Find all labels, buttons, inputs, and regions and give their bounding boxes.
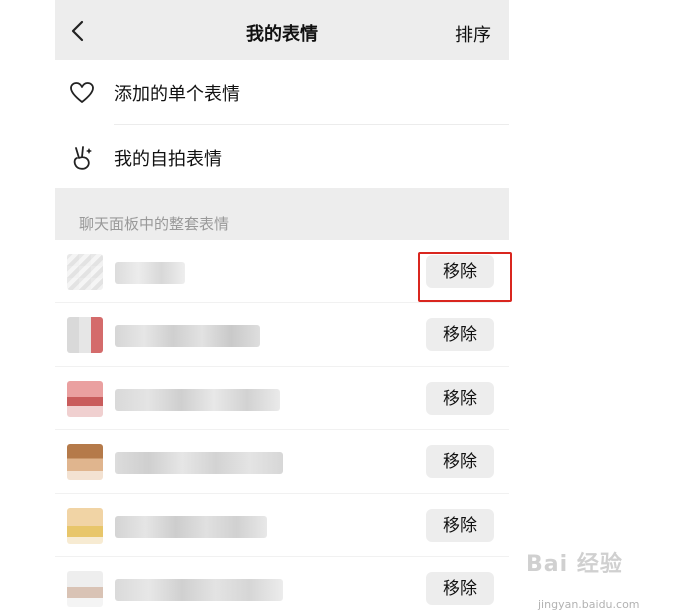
sticker-pack-name	[115, 262, 185, 284]
section-header: 聊天面板中的整套表情	[55, 188, 509, 240]
sticker-settings-screen: 我的表情 排序 添加的单个表情 我的自拍表情 聊天面板中的整套表情 移除 移除	[55, 0, 509, 616]
sticker-pack-name	[115, 325, 260, 348]
list-item: 移除	[55, 494, 509, 557]
menu-item-added-stickers[interactable]: 添加的单个表情	[55, 60, 509, 124]
victory-hand-icon	[73, 146, 92, 170]
sticker-pack-name	[115, 515, 267, 538]
section-title: 聊天面板中的整套表情	[79, 215, 230, 233]
list-item: 移除	[55, 367, 509, 431]
menu-item-label: 添加的单个表情	[114, 84, 240, 105]
heart-icon	[70, 82, 94, 103]
sticker-pack-thumbnail	[67, 254, 103, 290]
highlight-annotation	[418, 252, 512, 302]
sticker-pack-thumbnail	[67, 444, 103, 481]
sticker-pack-name	[115, 388, 280, 411]
remove-button[interactable]: 移除	[426, 571, 494, 605]
remove-button[interactable]: 移除	[426, 318, 494, 352]
list-item: 移除	[55, 303, 509, 367]
page-title: 我的表情	[246, 24, 318, 45]
baidu-watermark: Bai 经验	[526, 552, 623, 577]
sticker-pack-thumbnail	[67, 507, 103, 544]
remove-button[interactable]: 移除	[426, 508, 494, 542]
sticker-pack-thumbnail	[67, 317, 103, 354]
sticker-pack-name	[115, 452, 283, 475]
sort-button[interactable]: 排序	[455, 21, 491, 47]
list-item: 移除	[55, 430, 509, 494]
sticker-pack-name	[115, 578, 283, 601]
menu-item-label: 我的自拍表情	[114, 149, 222, 170]
list-item: 移除	[55, 557, 509, 616]
watermark-url: jingyan.baidu.com	[538, 598, 640, 611]
sticker-pack-thumbnail	[67, 570, 103, 607]
nav-bar: 我的表情 排序	[55, 0, 509, 60]
remove-button[interactable]: 移除	[426, 445, 494, 479]
remove-button[interactable]: 移除	[426, 381, 494, 415]
menu-item-selfie-stickers[interactable]: 我的自拍表情	[55, 125, 509, 189]
sticker-pack-thumbnail	[67, 380, 103, 417]
